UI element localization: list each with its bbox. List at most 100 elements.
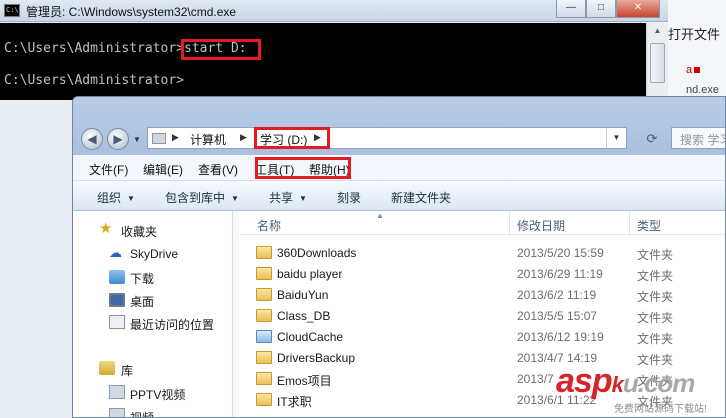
folder-icon xyxy=(256,372,272,385)
breadcrumb-chevron-icon[interactable]: ▶ xyxy=(240,132,247,143)
burn-button[interactable]: 刻录 xyxy=(337,189,361,206)
menu-view[interactable]: 查看(V) xyxy=(198,161,238,178)
menu-edit[interactable]: 编辑(E) xyxy=(143,161,183,178)
file-row[interactable]: CloudCache 2013/6/12 19:19 文件夹 xyxy=(239,327,725,348)
sync-folder-icon xyxy=(256,330,272,343)
folder-icon xyxy=(256,267,272,280)
column-header-type[interactable]: 类型 xyxy=(637,217,661,234)
menu-file[interactable]: 文件(F) xyxy=(89,161,128,178)
star-icon: ★ xyxy=(99,220,113,237)
folder-icon xyxy=(256,351,272,364)
recent-pages-chevron-icon[interactable]: ▼ xyxy=(133,135,141,144)
console-scrollbar[interactable]: ▲ xyxy=(646,23,668,100)
address-highlight-box xyxy=(254,127,330,149)
file-date: 2013/6/12 19:19 xyxy=(517,330,604,344)
scroll-up-icon[interactable]: ▲ xyxy=(647,23,668,39)
file-name: Emos项目 xyxy=(277,374,332,388)
desktop-icon xyxy=(109,293,125,307)
include-in-library-button[interactable]: 包含到库中 ▼ xyxy=(165,189,239,206)
file-date: 2013/6/29 11:19 xyxy=(517,267,603,281)
chevron-down-icon: ▼ xyxy=(299,194,307,203)
folder-icon xyxy=(256,309,272,322)
file-type: 文件夹 xyxy=(637,269,674,283)
nav-videos[interactable]: 视频 xyxy=(130,409,154,417)
folder-icon xyxy=(256,246,272,259)
nav-libraries[interactable]: 库 xyxy=(121,362,133,379)
file-type: 文件夹 xyxy=(637,311,674,325)
share-button[interactable]: 共享 ▼ xyxy=(269,189,307,206)
recent-places-icon xyxy=(109,315,125,329)
command-bar: 组织 ▼ 包含到库中 ▼ 共享 ▼ 刻录 新建文件夹 xyxy=(73,181,725,211)
file-name: 360Downloads xyxy=(277,246,357,260)
nav-skydrive[interactable]: SkyDrive xyxy=(130,247,178,261)
background-window-exe-text: nd.exe xyxy=(686,84,720,96)
watermark-logo: aspku.com xyxy=(556,362,695,400)
background-window-text: 打开文件 xyxy=(668,27,721,42)
nav-recent-places[interactable]: 最近访问的位置 xyxy=(130,316,214,333)
search-input[interactable]: 搜索 学习 (D:) xyxy=(671,127,725,149)
video-library-icon xyxy=(109,385,125,399)
file-name: DriversBackup xyxy=(277,351,356,365)
folder-icon xyxy=(256,288,272,301)
file-name: baidu player xyxy=(277,267,343,281)
organize-button[interactable]: 组织 ▼ xyxy=(97,189,135,206)
file-date: 2013/5/5 15:07 xyxy=(517,309,598,323)
file-row[interactable]: 360Downloads 2013/5/20 15:59 文件夹 xyxy=(239,243,725,264)
column-header-date[interactable]: 修改日期 xyxy=(517,217,565,234)
chevron-down-icon: ▼ xyxy=(231,194,239,203)
refresh-icon[interactable]: ⟳ xyxy=(639,129,665,149)
site-watermark: aspku.com 免费网站源码下载站! xyxy=(556,362,726,418)
folder-icon xyxy=(256,393,272,406)
background-window-red-text: a xyxy=(686,64,701,76)
breadcrumb-chevron-icon[interactable]: ▶ xyxy=(172,132,179,143)
video-library-icon xyxy=(109,408,125,417)
address-bar[interactable]: ▶ 计算机 ▶ 学习 (D:) ▶ ▼ xyxy=(147,127,627,149)
file-type: 文件夹 xyxy=(637,248,674,262)
console-output[interactable]: C:\Users\Administrator>start D: C:\Users… xyxy=(0,23,646,100)
maximize-button[interactable]: □ xyxy=(586,0,616,18)
console-prompt: C:\Users\Administrator> xyxy=(4,41,185,56)
library-icon xyxy=(99,361,115,375)
cmd-window-title: 管理员: C:\Windows\system32\cmd.exe xyxy=(26,5,237,19)
file-row[interactable]: Class_DB 2013/5/5 15:07 文件夹 xyxy=(239,306,725,327)
file-date: 2013/5/20 15:59 xyxy=(517,246,604,260)
cmd-titlebar[interactable]: C:\ 管理员: C:\Windows\system32\cmd.exe — □… xyxy=(0,0,668,22)
file-date: 2013/7 xyxy=(517,372,554,386)
file-row[interactable]: BaiduYun 2013/6/2 11:19 文件夹 xyxy=(239,285,725,306)
sort-up-icon: ▲ xyxy=(376,211,384,220)
menu-bar: 文件(F) 编辑(E) 查看(V) 工具(T) 帮助(H) xyxy=(73,155,725,181)
column-divider[interactable] xyxy=(509,211,510,235)
close-button[interactable]: ✕ xyxy=(616,0,660,18)
file-name: BaiduYun xyxy=(277,288,329,302)
new-folder-button[interactable]: 新建文件夹 xyxy=(391,189,451,206)
file-name: IT求职 xyxy=(277,395,312,409)
file-date: 2013/6/2 11:19 xyxy=(517,288,597,302)
column-header-row: ▲ 名称 修改日期 类型 xyxy=(239,211,725,235)
minimize-button[interactable]: — xyxy=(556,0,586,18)
breadcrumb-computer[interactable]: 计算机 xyxy=(190,131,226,148)
cloud-icon: ☁ xyxy=(109,245,122,260)
chevron-down-icon: ▼ xyxy=(127,194,135,203)
nav-pptv-videos[interactable]: PPTV视频 xyxy=(130,386,185,403)
back-arrow-icon[interactable]: ◀ xyxy=(81,128,103,150)
forward-arrow-icon[interactable]: ▶ xyxy=(107,128,129,150)
column-divider[interactable] xyxy=(629,211,630,235)
navigation-pane: ★ 收藏夹 ☁ SkyDrive 下载 桌面 最近访问的位置 库 PPTV视频 … xyxy=(73,211,233,417)
nav-downloads[interactable]: 下载 xyxy=(130,270,154,287)
menu-highlight-box xyxy=(255,157,351,179)
nav-favorites[interactable]: 收藏夹 xyxy=(121,223,157,240)
watermark-tagline: 免费网站源码下载站! xyxy=(614,404,707,415)
computer-icon xyxy=(152,133,166,144)
file-type: 文件夹 xyxy=(637,332,674,346)
cmd-window: C:\ 管理员: C:\Windows\system32\cmd.exe — □… xyxy=(0,0,668,100)
nav-desktop[interactable]: 桌面 xyxy=(130,293,154,310)
address-dropdown-icon[interactable]: ▼ xyxy=(606,128,626,148)
scrollbar-thumb[interactable] xyxy=(650,43,665,83)
file-name: CloudCache xyxy=(277,330,344,344)
downloads-folder-icon xyxy=(109,270,125,284)
file-type: 文件夹 xyxy=(637,290,674,304)
cmd-window-controls: — □ ✕ xyxy=(556,0,660,18)
file-row[interactable]: baidu player 2013/6/29 11:19 文件夹 xyxy=(239,264,725,285)
file-name: Class_DB xyxy=(277,309,331,323)
column-header-name[interactable]: 名称 xyxy=(257,217,281,234)
